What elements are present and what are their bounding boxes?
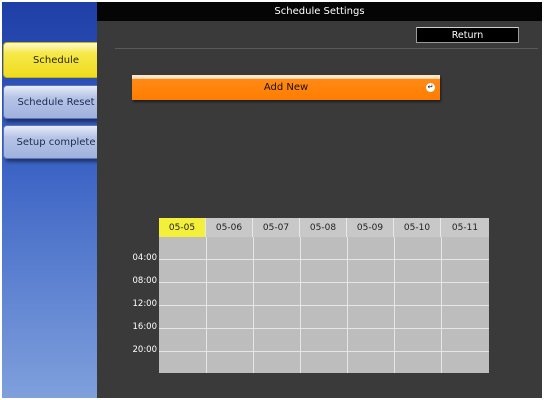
add-new-button[interactable]: Add New ↵: [132, 75, 440, 100]
add-new-label: Add New: [263, 82, 309, 93]
time-label: 08:00: [132, 276, 158, 286]
grid-line: [159, 351, 489, 352]
sidebar-item-label: Setup complete: [16, 136, 96, 148]
main-panel: Schedule Settings Return Add New ↵ 05-05…: [97, 2, 542, 398]
sidebar: Schedule Schedule Reset Setup complete: [2, 2, 109, 398]
date-header-today[interactable]: 05-05: [159, 218, 206, 237]
sidebar-item-setup-complete[interactable]: Setup complete: [3, 125, 109, 159]
date-header[interactable]: 05-07: [253, 218, 300, 237]
grid-line: [159, 305, 489, 306]
sidebar-item-schedule[interactable]: Schedule: [3, 42, 109, 78]
date-header[interactable]: 05-09: [347, 218, 394, 237]
window-title: Schedule Settings: [97, 2, 542, 21]
grid-line: [159, 328, 489, 329]
time-label: 20:00: [132, 345, 158, 355]
sidebar-item-schedule-reset[interactable]: Schedule Reset: [3, 85, 109, 119]
divider: [115, 48, 538, 49]
date-header[interactable]: 05-11: [441, 218, 489, 237]
date-header[interactable]: 05-10: [394, 218, 441, 237]
time-label: 16:00: [132, 322, 158, 332]
time-label: 04:00: [132, 253, 158, 263]
return-button[interactable]: Return: [416, 27, 519, 43]
date-header[interactable]: 05-08: [300, 218, 347, 237]
sidebar-item-label: Schedule: [33, 54, 79, 66]
schedule-calendar: 05-05 05-06 05-07 05-08 05-09 05-10 05-1…: [159, 218, 489, 373]
time-label: 12:00: [132, 299, 158, 309]
grid-line: [159, 282, 489, 283]
grid-line: [159, 259, 489, 260]
enter-icon: ↵: [426, 83, 435, 92]
date-header[interactable]: 05-06: [206, 218, 253, 237]
calendar-body[interactable]: [159, 237, 489, 373]
sidebar-item-label: Schedule Reset: [17, 96, 95, 108]
